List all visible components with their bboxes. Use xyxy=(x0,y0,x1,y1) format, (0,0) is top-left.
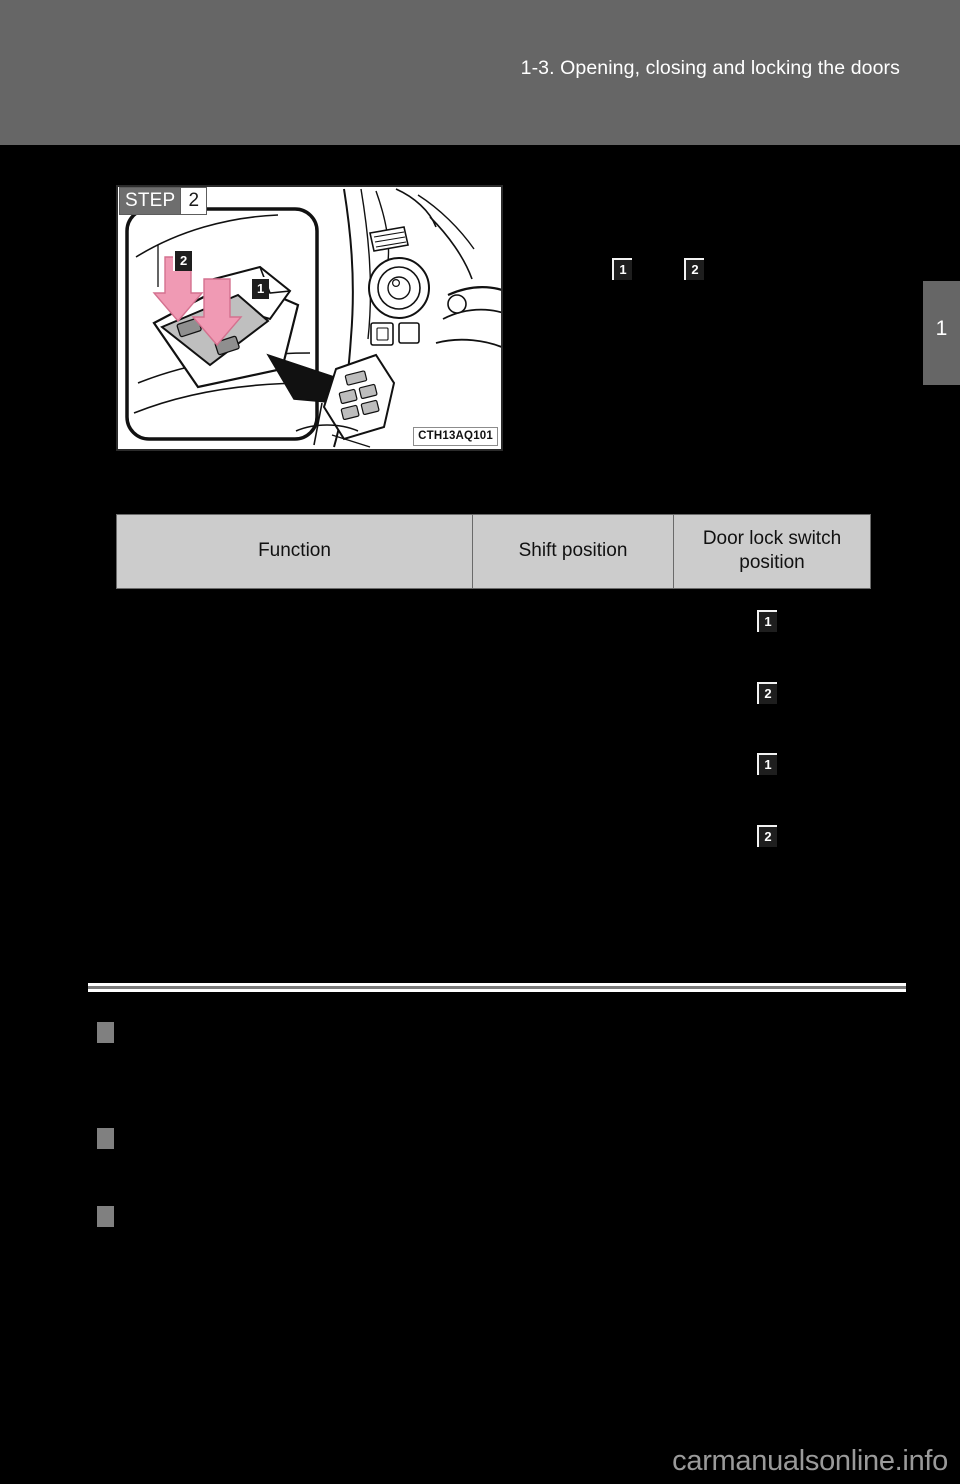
illustration-canvas: 2 1 xyxy=(118,187,501,449)
section-separator xyxy=(88,983,906,992)
table-row-badge-1: 1 xyxy=(757,610,777,632)
figure-callout-1: 1 xyxy=(250,277,270,299)
figure-callout-2: 2 xyxy=(173,249,193,271)
manual-page: 1-3. Opening, closing and locking the do… xyxy=(0,0,960,1484)
table-header-row: Function Shift position Door lock switch… xyxy=(116,514,871,589)
table-row-badge-2: 2 xyxy=(757,682,777,704)
step-illustration: 2 1 STEP 2 CTH13AQ101 xyxy=(116,185,503,451)
door-lock-switch-diagram xyxy=(125,188,501,448)
section-bullet-1 xyxy=(97,1022,114,1043)
table-row-badge-4: 2 xyxy=(757,825,777,847)
column-header-shift-position: Shift position xyxy=(472,514,674,589)
column-header-door-lock-switch-position: Door lock switch position xyxy=(673,514,871,589)
page-header-bar: 1-3. Opening, closing and locking the do… xyxy=(0,0,960,145)
step-badge: STEP 2 xyxy=(119,187,208,215)
step-number: 2 xyxy=(180,188,207,214)
function-table: Function Shift position Door lock switch… xyxy=(116,514,871,589)
page-title: 1-3. Opening, closing and locking the do… xyxy=(520,57,900,79)
step-label: STEP xyxy=(120,188,181,214)
section-bullet-2 xyxy=(97,1128,114,1149)
callout-badge-1: 1 xyxy=(612,258,632,280)
column-header-function: Function xyxy=(116,514,473,589)
figure-code: CTH13AQ101 xyxy=(413,427,498,446)
section-bullet-3 xyxy=(97,1206,114,1227)
callout-badge-2: 2 xyxy=(684,258,704,280)
separator-line-bottom xyxy=(88,989,906,992)
chapter-tab-number: 1 xyxy=(935,317,948,340)
table-row-badge-3: 1 xyxy=(757,753,777,775)
chapter-tab[interactable]: 1 xyxy=(923,281,960,385)
footer-watermark: carmanualsonline.info xyxy=(672,1445,948,1477)
